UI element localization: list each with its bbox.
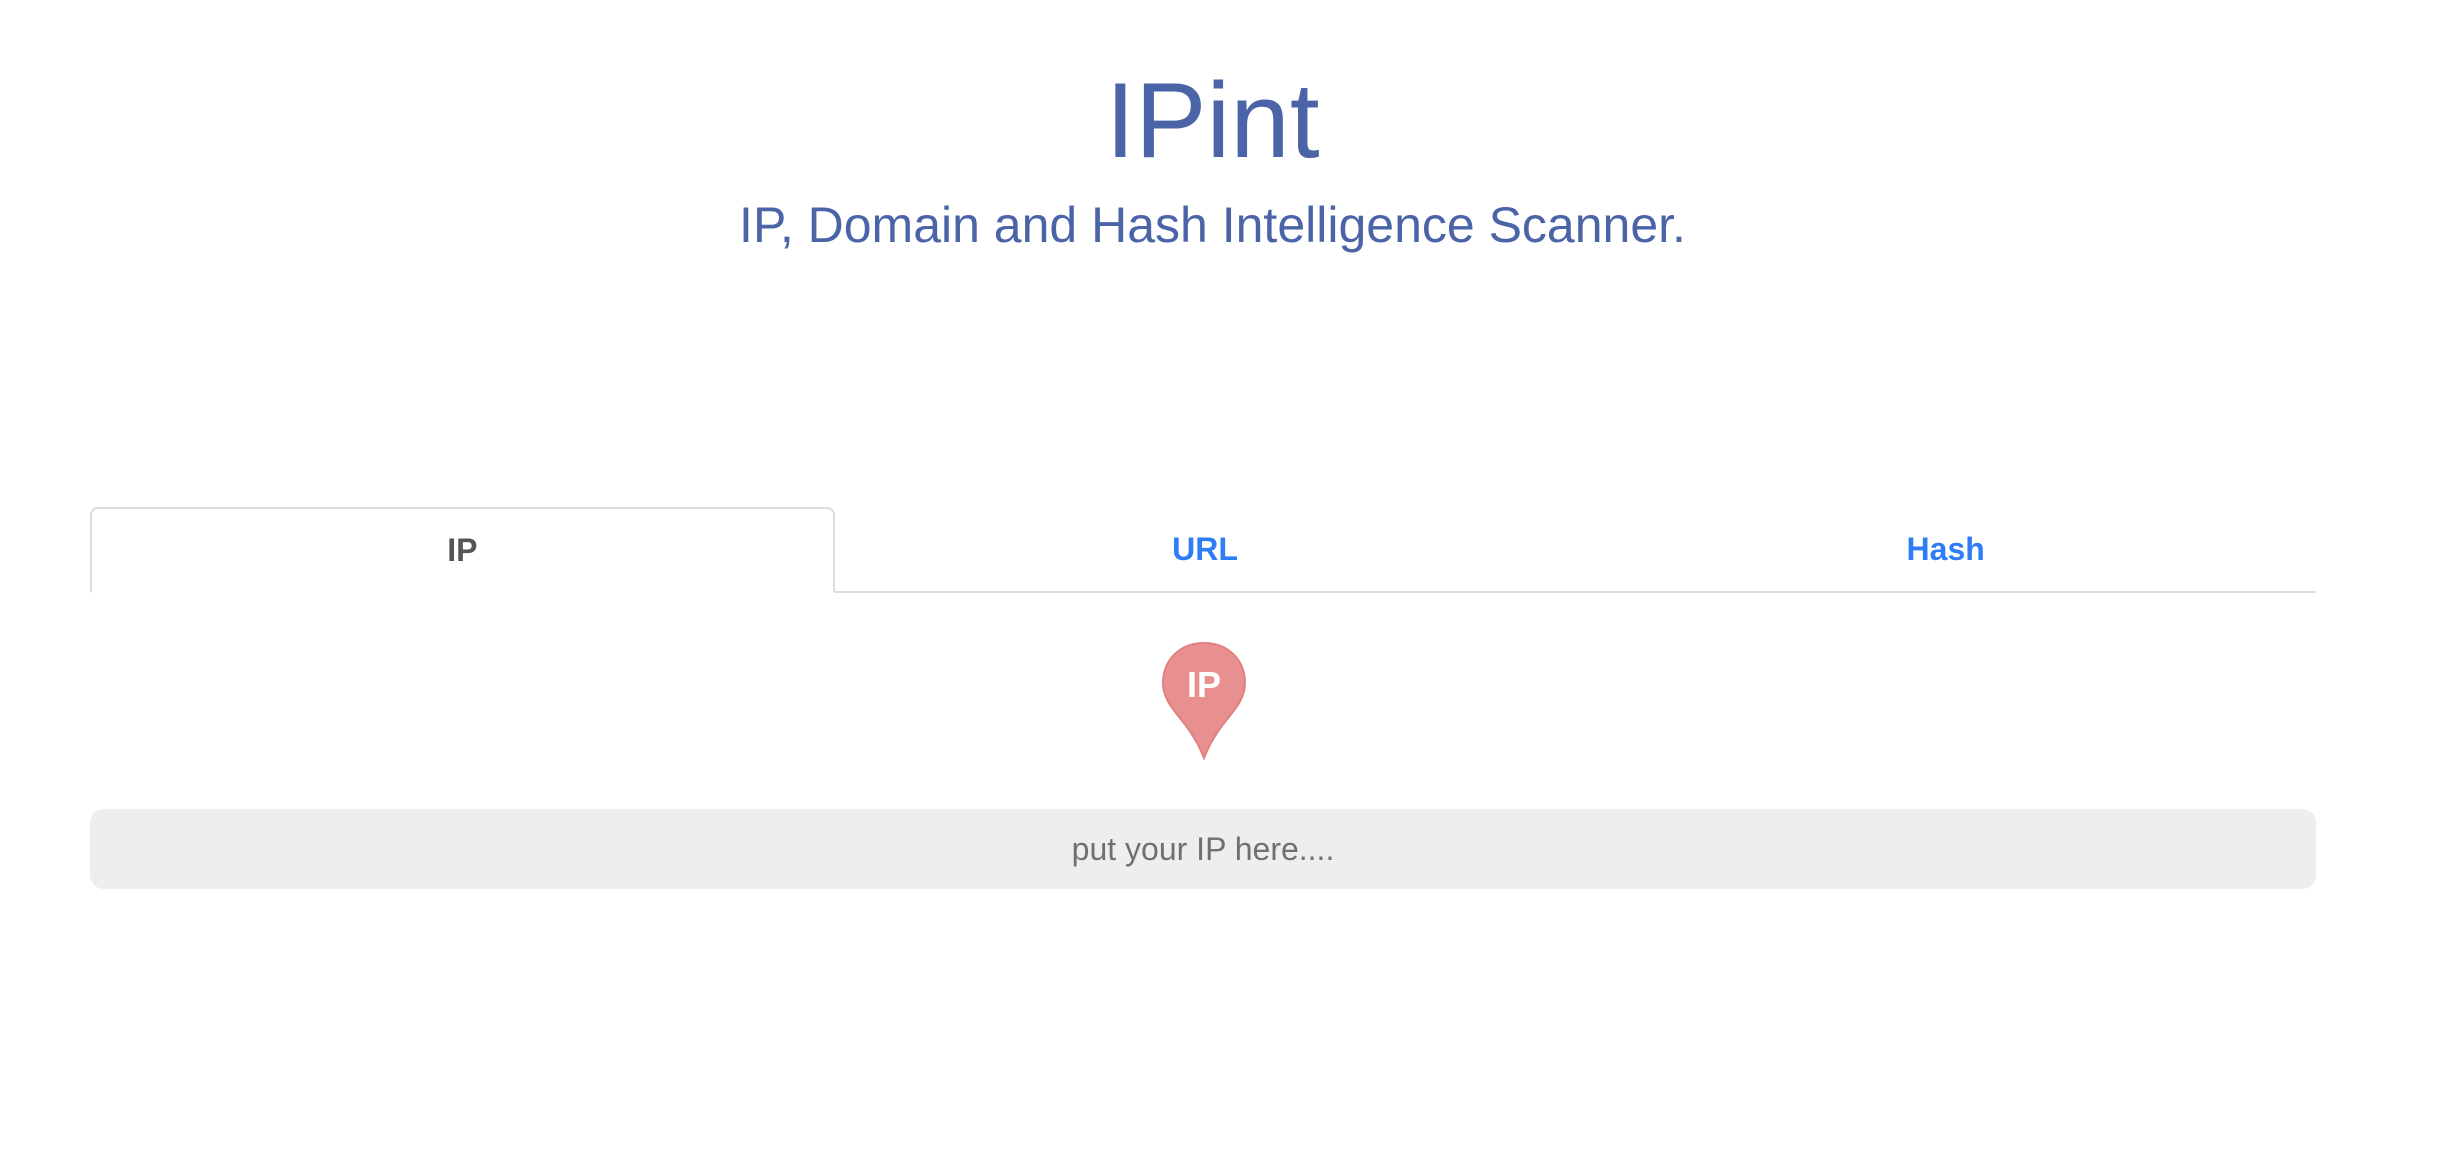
- pin-label: IP: [1187, 664, 1221, 705]
- tab-ip[interactable]: IP: [90, 507, 835, 593]
- tab-hash[interactable]: Hash: [1575, 507, 2316, 591]
- tab-bar: IP URL Hash: [90, 507, 2316, 593]
- ip-search-input[interactable]: [90, 809, 2316, 889]
- app-subtitle: IP, Domain and Hash Intelligence Scanner…: [739, 197, 1686, 253]
- map-pin-icon: IP: [1161, 641, 1247, 760]
- tab-url[interactable]: URL: [835, 507, 1576, 591]
- app-title: IPint: [1105, 60, 1320, 180]
